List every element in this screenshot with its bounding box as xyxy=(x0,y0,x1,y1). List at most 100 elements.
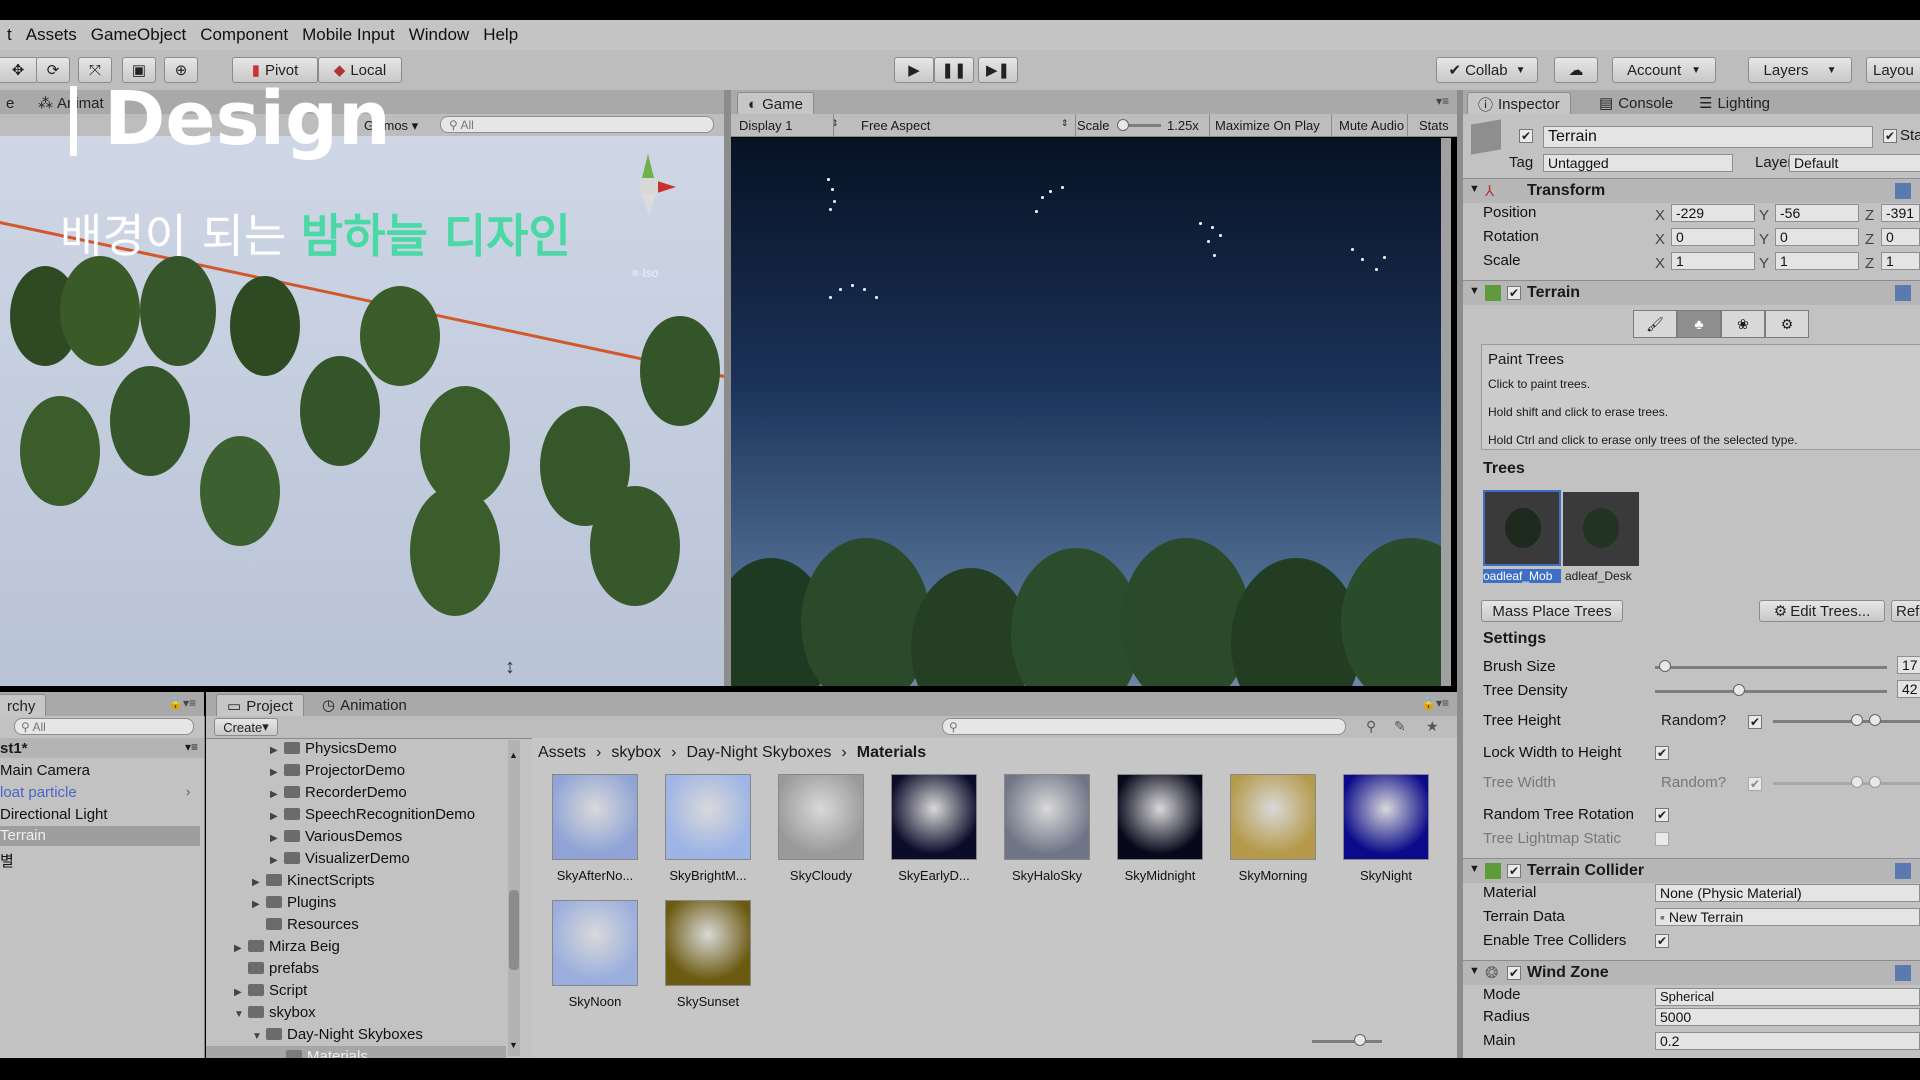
collab-button[interactable]: ✔ Collab ▼ xyxy=(1436,57,1538,83)
help-icon[interactable] xyxy=(1895,863,1911,879)
panel-menu-icon[interactable]: 🔒▾≡ xyxy=(168,696,196,710)
asset-item[interactable]: SkyNight xyxy=(1331,774,1441,883)
tab-inspector[interactable]: ⓘ Inspector xyxy=(1467,92,1571,115)
game-scrollbar[interactable] xyxy=(1441,138,1451,686)
fold-arrow-icon[interactable]: ▼ xyxy=(1469,965,1480,977)
tree-height-min-knob[interactable] xyxy=(1851,714,1863,726)
gizmo-y-axis[interactable] xyxy=(642,154,654,178)
filter-label-icon[interactable]: ✎ xyxy=(1394,718,1406,735)
asset-item[interactable]: SkyNoon xyxy=(540,900,650,1009)
tag-dropdown[interactable]: Untagged xyxy=(1543,154,1733,172)
refresh-button[interactable]: Ref xyxy=(1891,600,1920,622)
tree-prototype[interactable] xyxy=(1563,492,1639,566)
layout-button[interactable]: Layou xyxy=(1866,57,1920,83)
folder-item[interactable]: ▶ VisualizerDemo xyxy=(270,850,410,867)
paint-details-button[interactable]: ❀ xyxy=(1721,310,1765,338)
collapse-arrow-icon[interactable]: ▼ xyxy=(252,1031,266,1042)
tab-project[interactable]: ▭ Project xyxy=(216,694,304,717)
move-tool-button[interactable]: ✥ xyxy=(0,57,38,83)
paint-trees-button[interactable]: ♣ xyxy=(1677,310,1721,338)
scale-x-field[interactable]: 1 xyxy=(1671,252,1755,270)
folder-tree-scrollbar[interactable]: ▲ ▼ xyxy=(508,740,520,1056)
thumbnail-size-slider[interactable] xyxy=(1312,1040,1382,1043)
expand-arrow-icon[interactable]: ▶ xyxy=(270,811,284,822)
brush-size-field[interactable]: 17 xyxy=(1897,656,1920,674)
tree-density-field[interactable]: 42 xyxy=(1897,680,1920,698)
asset-item[interactable]: SkyMidnight xyxy=(1105,774,1215,883)
folder-item[interactable]: ▶ VariousDemos xyxy=(270,828,402,845)
asset-item[interactable]: SkyCloudy xyxy=(766,774,876,883)
step-button[interactable]: ▶❚ xyxy=(978,57,1018,83)
terrain-enabled-checkbox[interactable]: ✔ xyxy=(1507,286,1521,300)
rotation-y-field[interactable]: 0 xyxy=(1775,228,1859,246)
help-icon[interactable] xyxy=(1895,285,1911,301)
display-dropdown[interactable]: Display 1 ⇕ xyxy=(739,118,839,133)
folder-item[interactable]: ▶ RecorderDemo xyxy=(270,784,407,801)
tab-console[interactable]: ▤ Console xyxy=(1589,92,1683,114)
menu-assets[interactable]: Assets xyxy=(19,25,84,45)
filter-type-icon[interactable]: ⚲ xyxy=(1366,718,1376,735)
mass-place-trees-button[interactable]: Mass Place Trees xyxy=(1481,600,1623,622)
help-icon[interactable] xyxy=(1895,965,1911,981)
paint-texture-button[interactable]: 🖌 xyxy=(1633,310,1677,338)
folder-item[interactable]: ▶ ProjectorDemo xyxy=(270,762,405,779)
terrain-collider-header[interactable]: ▼ ✔ Terrain Collider xyxy=(1463,858,1920,883)
panel-divider[interactable] xyxy=(1457,90,1463,1058)
asset-item[interactable]: SkyAfterNo... xyxy=(540,774,650,883)
game-view[interactable] xyxy=(731,138,1451,686)
random-rotation-checkbox[interactable]: ✔ xyxy=(1655,808,1669,822)
scene-menu-icon[interactable]: ▾≡ xyxy=(185,740,198,754)
rotation-x-field[interactable]: 0 xyxy=(1671,228,1755,246)
panel-menu-icon[interactable]: 🔒▾≡ xyxy=(1421,696,1449,710)
breadcrumb-item[interactable]: Day-Night Skyboxes xyxy=(686,744,831,762)
lock-width-checkbox[interactable]: ✔ xyxy=(1655,746,1669,760)
panel-menu-icon[interactable]: ▾≡ xyxy=(1436,94,1449,108)
asset-item[interactable]: SkyEarlyD... xyxy=(879,774,989,883)
radius-field[interactable]: 5000 xyxy=(1655,1008,1920,1026)
position-x-field[interactable]: -229 xyxy=(1671,204,1755,222)
active-checkbox[interactable]: ✔ xyxy=(1519,129,1533,143)
position-z-field[interactable]: -391 xyxy=(1881,204,1920,222)
create-dropdown[interactable]: Create ▾ xyxy=(214,718,278,736)
scrollbar-thumb[interactable] xyxy=(509,890,519,970)
expand-arrow-icon[interactable]: ▶ xyxy=(270,745,284,756)
thumbnail-size-knob[interactable] xyxy=(1354,1034,1366,1046)
tree-density-slider[interactable] xyxy=(1655,690,1887,693)
edit-trees-button[interactable]: ⚙ Edit Trees... xyxy=(1759,600,1885,622)
menu-gameobject[interactable]: GameObject xyxy=(84,25,193,45)
account-button[interactable]: Account ▼ xyxy=(1612,57,1716,83)
asset-item[interactable]: SkySunset xyxy=(653,900,763,1009)
tree-height-range-slider[interactable] xyxy=(1773,720,1920,723)
expand-arrow-icon[interactable]: ▶ xyxy=(270,855,284,866)
expand-arrow-icon[interactable]: ▶ xyxy=(270,833,284,844)
expand-arrow-icon[interactable]: ▶ xyxy=(252,899,266,910)
project-search-input[interactable]: ⚲ xyxy=(942,718,1346,735)
expand-arrow-icon[interactable]: ▶ xyxy=(252,877,266,888)
tab-hierarchy[interactable]: rchy xyxy=(0,694,47,717)
menu-help[interactable]: Help xyxy=(476,25,525,45)
breadcrumb-item[interactable]: skybox xyxy=(611,744,661,762)
folder-item[interactable]: ▶ KinectScripts xyxy=(252,872,375,889)
expand-arrow-icon[interactable]: ▶ xyxy=(270,789,284,800)
fold-arrow-icon[interactable]: ▼ xyxy=(1469,863,1480,875)
folder-item[interactable]: ▶ Plugins xyxy=(252,894,336,911)
play-button[interactable]: ▶ xyxy=(894,57,934,83)
folder-item[interactable]: ▶ SpeechRecognitionDemo xyxy=(270,806,475,823)
expand-arrow-icon[interactable]: ▶ xyxy=(234,943,248,954)
scroll-up-icon[interactable]: ▲ xyxy=(509,750,518,760)
wind-enabled-checkbox[interactable]: ✔ xyxy=(1507,966,1521,980)
collider-enabled-checkbox[interactable]: ✔ xyxy=(1507,864,1521,878)
scene-search-input[interactable]: ⚲ All xyxy=(440,116,714,133)
position-y-field[interactable]: -56 xyxy=(1775,204,1859,222)
main-field[interactable]: 0.2 xyxy=(1655,1032,1920,1050)
aspect-dropdown[interactable]: Free Aspect ⇕ xyxy=(861,118,1069,133)
terrain-header[interactable]: ▼ ✔ Terrain xyxy=(1463,280,1920,305)
menu-window[interactable]: Window xyxy=(402,25,476,45)
scene-row[interactable]: st1* ▾≡ xyxy=(0,738,204,758)
terrain-settings-button[interactable]: ⚙ xyxy=(1765,310,1809,338)
tree-height-random-checkbox[interactable]: ✔ xyxy=(1748,715,1762,729)
scale-slider-knob[interactable] xyxy=(1117,119,1129,131)
hierarchy-search-input[interactable]: ⚲ All xyxy=(14,718,194,735)
hierarchy-item[interactable]: Main Camera xyxy=(0,762,90,779)
expand-arrow-icon[interactable]: ▶ xyxy=(234,987,248,998)
